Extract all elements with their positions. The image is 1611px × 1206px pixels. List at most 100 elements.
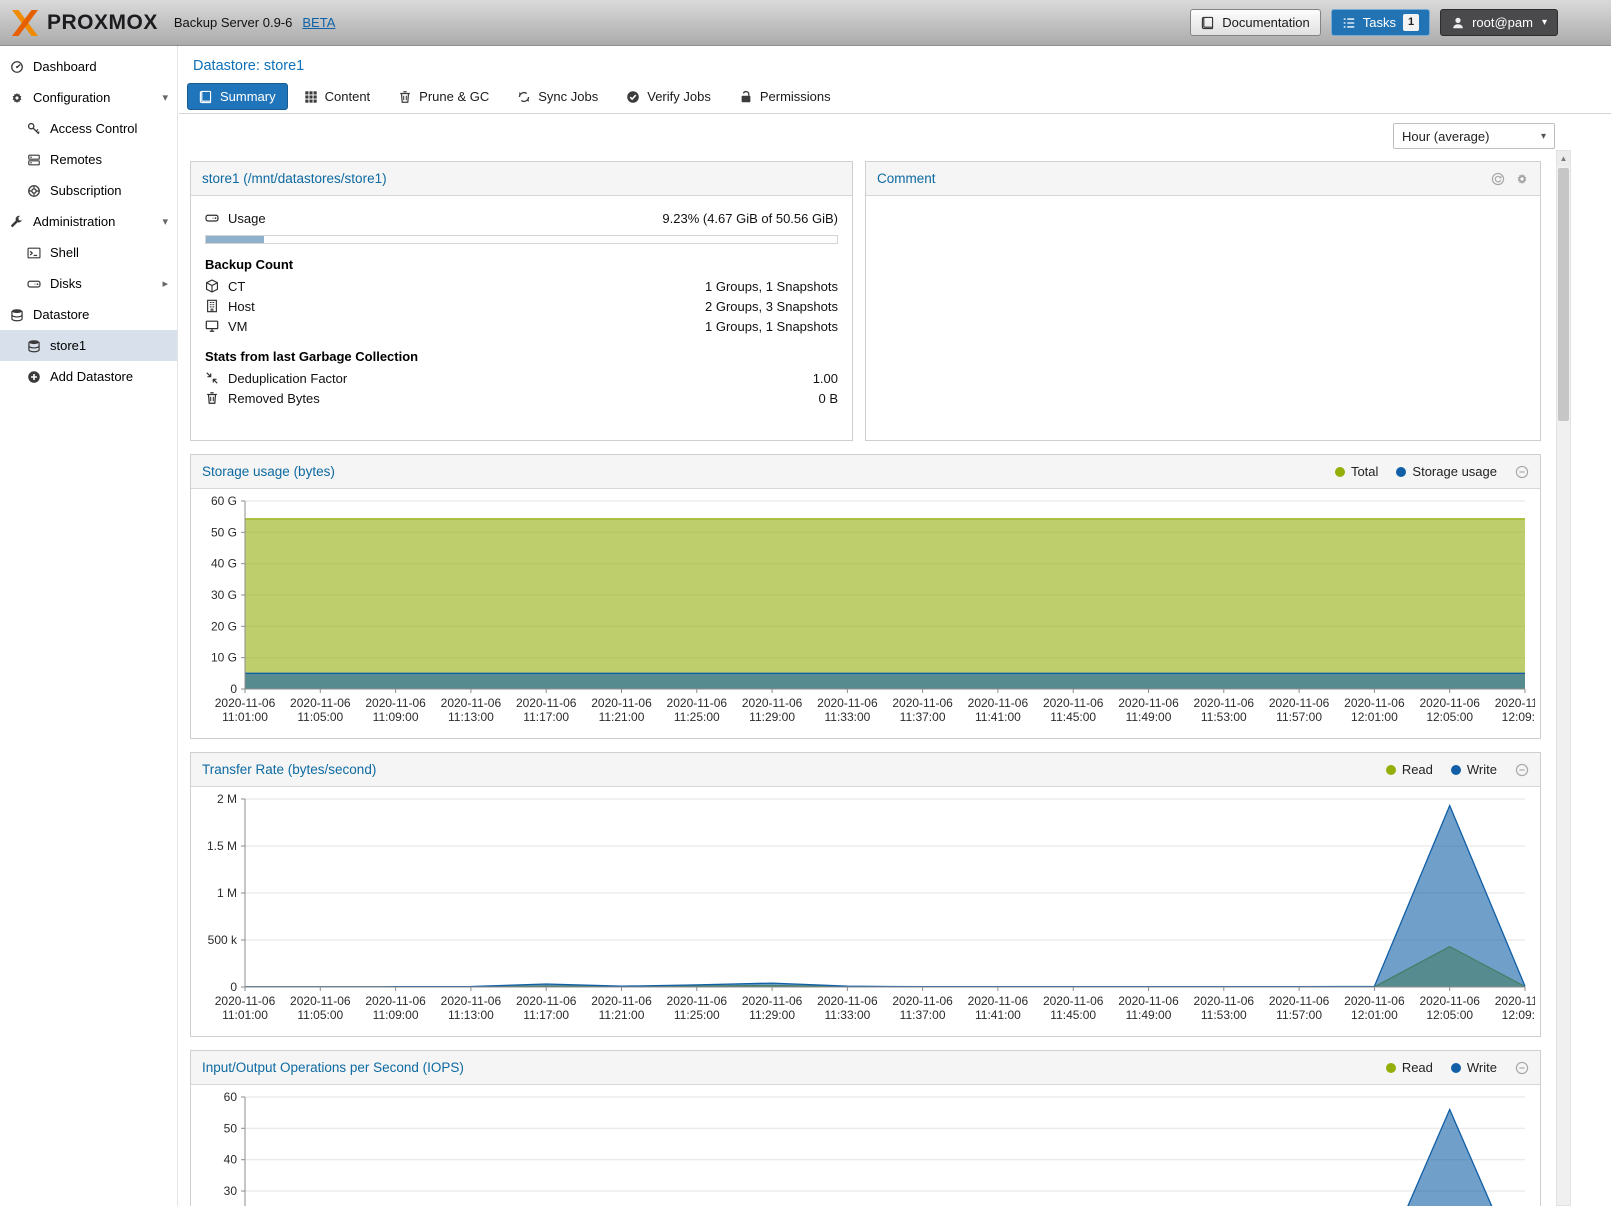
- support-icon: [27, 184, 41, 198]
- chart-legend: Read Write: [1386, 1060, 1497, 1075]
- legend-total[interactable]: Total: [1335, 464, 1378, 479]
- tab-bar: SummaryContent Prune & GC Sync JobsVerify …: [187, 83, 1611, 113]
- sidebar-item-access-control[interactable]: Access Control: [0, 113, 177, 144]
- caret-right-icon[interactable]: ▸: [162, 277, 168, 290]
- caret-down-icon[interactable]: ▾: [162, 91, 168, 104]
- svg-text:2020-11-06: 2020-11-06: [1495, 994, 1535, 1008]
- svg-text:2020-11-06: 2020-11-06: [667, 696, 728, 710]
- svg-text:30 G: 30 G: [211, 588, 237, 602]
- main-content: Datastore: store1 SummaryContentPrune & …: [179, 46, 1611, 1206]
- sidebar-item-disks[interactable]: Disks▸: [0, 268, 177, 299]
- tab-sync-jobs[interactable]: Sync Jobs: [505, 83, 610, 110]
- comment-body[interactable]: [866, 196, 1540, 220]
- beta-link[interactable]: BETA: [302, 15, 335, 30]
- svg-text:11:01:00: 11:01:00: [222, 710, 268, 724]
- svg-text:2020-11-06: 2020-11-06: [667, 994, 728, 1008]
- collapse-panel-icon[interactable]: [1515, 763, 1529, 777]
- sidebar-item-datastore[interactable]: Datastore: [0, 299, 177, 330]
- svg-text:2020-11-06: 2020-11-06: [1419, 994, 1480, 1008]
- svg-text:2020-11-06: 2020-11-06: [1419, 696, 1480, 710]
- chart-legend: Total Storage usage: [1335, 464, 1497, 479]
- tab-permissions[interactable]: Permissions: [727, 83, 843, 110]
- sidebar-item-configuration[interactable]: Configuration▾: [0, 82, 177, 113]
- svg-text:11:29:00: 11:29:00: [749, 1008, 795, 1022]
- svg-text:10 G: 10 G: [211, 651, 237, 665]
- collapse-panel-icon[interactable]: [1515, 1061, 1529, 1075]
- desktop-icon: [205, 319, 219, 333]
- caret-down-icon[interactable]: ▾: [162, 215, 168, 228]
- stat-value: 0 B: [818, 391, 838, 406]
- svg-text:2020-11-06: 2020-11-06: [817, 696, 878, 710]
- tab-content[interactable]: Content: [292, 83, 383, 110]
- proxmox-logo: PROXMOX: [10, 10, 158, 36]
- svg-text:11:41:00: 11:41:00: [975, 710, 1021, 724]
- refresh-comment-icon[interactable]: [1491, 172, 1505, 186]
- usage-progress-fill: [206, 236, 264, 243]
- legend-label: Write: [1467, 762, 1497, 777]
- comment-settings-icon[interactable]: [1515, 172, 1529, 186]
- legend-write[interactable]: Write: [1451, 762, 1497, 777]
- sidebar-item-add-datastore[interactable]: Add Datastore: [0, 361, 177, 392]
- storage-usage-chart-panel: Storage usage (bytes) TotalStorage usage…: [190, 454, 1541, 739]
- user-icon: [1451, 16, 1465, 30]
- usage-row: Usage 9.23% (4.67 GiB of 50.56 GiB): [205, 208, 838, 228]
- stat-value: 1 Groups, 1 Snapshots: [705, 279, 838, 294]
- svg-text:11:05:00: 11:05:00: [297, 1008, 343, 1022]
- scrollbar-thumb[interactable]: [1558, 168, 1569, 421]
- svg-text:11:29:00: 11:29:00: [749, 710, 795, 724]
- tab-verify-jobs[interactable]: Verify Jobs: [614, 83, 723, 110]
- backup-count-row: VM1 Groups, 1 Snapshots: [205, 316, 838, 336]
- proxmox-logo-icon: [10, 10, 40, 36]
- list-icon: [1342, 16, 1356, 30]
- svg-text:11:45:00: 11:45:00: [1050, 1008, 1096, 1022]
- tab-prune-gc[interactable]: Prune & GC: [386, 83, 501, 110]
- sidebar-item-shell[interactable]: Shell: [0, 237, 177, 268]
- svg-text:11:25:00: 11:25:00: [674, 1008, 720, 1022]
- vertical-scrollbar[interactable]: ▲: [1556, 150, 1571, 1206]
- legend-label: Read: [1402, 1060, 1433, 1075]
- book-icon: [199, 90, 213, 104]
- tasks-button[interactable]: Tasks 1: [1331, 9, 1430, 36]
- svg-text:0: 0: [230, 682, 237, 696]
- svg-text:1 M: 1 M: [217, 886, 237, 900]
- svg-text:2020-11-06: 2020-11-06: [1344, 994, 1405, 1008]
- legend-read[interactable]: Read: [1386, 762, 1433, 777]
- tab-label: Prune & GC: [419, 89, 489, 104]
- sidebar-item-administration[interactable]: Administration▾: [0, 206, 177, 237]
- scroll-up-arrow[interactable]: ▲: [1557, 151, 1570, 166]
- stat-label: CT: [228, 279, 245, 294]
- svg-text:11:41:00: 11:41:00: [975, 1008, 1021, 1022]
- legend-label: Storage usage: [1412, 464, 1497, 479]
- sidebar-item-remotes[interactable]: Remotes: [0, 144, 177, 175]
- sidebar-item-label: Dashboard: [33, 59, 97, 74]
- comment-panel: Comment: [865, 161, 1541, 441]
- trash-icon: [398, 90, 412, 104]
- svg-text:11:21:00: 11:21:00: [599, 1008, 645, 1022]
- sidebar-item-subscription[interactable]: Subscription: [0, 175, 177, 206]
- chevron-down-icon: ▾: [1541, 131, 1546, 142]
- legend-write[interactable]: Write: [1451, 1060, 1497, 1075]
- legend-dot: [1386, 765, 1396, 775]
- time-range-select[interactable]: Hour (average) ▾: [1393, 123, 1555, 149]
- svg-text:2 M: 2 M: [217, 792, 237, 806]
- sidebar-item-store1[interactable]: store1: [0, 330, 177, 361]
- legend-read[interactable]: Read: [1386, 1060, 1433, 1075]
- datastore-summary-panel: store1 (/mnt/datastores/store1) Usage 9.…: [190, 161, 853, 441]
- user-menu-button[interactable]: root@pam ▾: [1440, 9, 1558, 36]
- chart-legend: Read Write: [1386, 762, 1497, 777]
- server-icon: [27, 153, 41, 167]
- svg-text:11:57:00: 11:57:00: [1276, 710, 1322, 724]
- tasks-badge: 1: [1403, 14, 1419, 30]
- collapse-panel-icon[interactable]: [1515, 465, 1529, 479]
- sidebar-item-label: Add Datastore: [50, 369, 133, 384]
- documentation-button[interactable]: Documentation: [1190, 9, 1320, 36]
- tab-summary[interactable]: Summary: [187, 83, 288, 110]
- svg-text:12:01:00: 12:01:00: [1351, 710, 1398, 724]
- svg-text:30: 30: [224, 1184, 238, 1198]
- chart-body: 0500 k1 M1.5 M2 M2020-11-0611:01:002020-…: [191, 787, 1540, 1036]
- compress-icon: [205, 371, 219, 385]
- sidebar-item-dashboard[interactable]: Dashboard: [0, 51, 177, 82]
- svg-text:11:01:00: 11:01:00: [222, 1008, 268, 1022]
- sidebar: Dashboard Configuration▾Access ControlRem…: [0, 46, 178, 1206]
- legend-storage-usage[interactable]: Storage usage: [1396, 464, 1497, 479]
